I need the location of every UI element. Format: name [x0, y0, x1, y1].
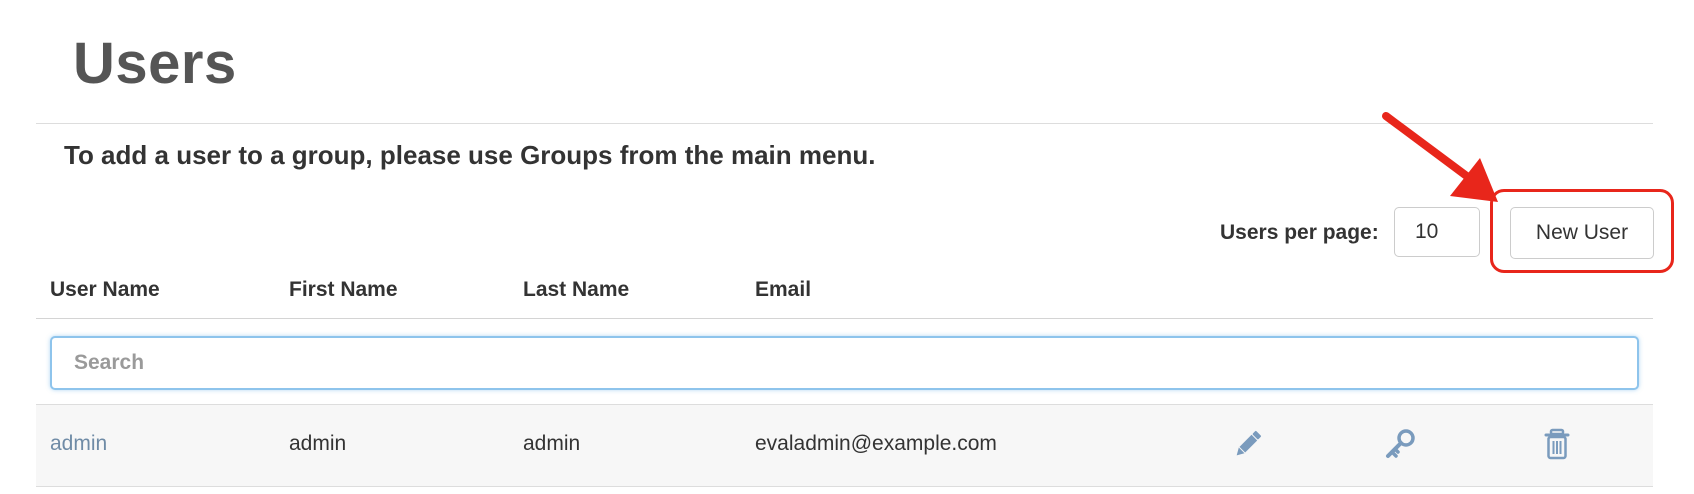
users-page: Users To add a user to a group, please u… [0, 0, 1694, 494]
first-name-cell: admin [289, 432, 347, 455]
column-header-user-name: User Name [50, 278, 160, 301]
key-icon[interactable] [1384, 427, 1418, 461]
group-info-text: To add a user to a group, please use Gro… [64, 140, 876, 170]
column-header-last-name: Last Name [523, 278, 630, 301]
trash-icon[interactable] [1540, 427, 1574, 461]
column-header-email: Email [755, 278, 812, 301]
header-divider [36, 318, 1653, 319]
new-user-button[interactable]: New User [1510, 207, 1654, 259]
annotation-arrow-icon [1382, 112, 1498, 202]
users-per-page-label: Users per page: [1220, 221, 1379, 244]
pencil-icon[interactable] [1231, 427, 1265, 461]
title-divider [36, 123, 1653, 124]
column-header-first-name: First Name [289, 278, 398, 301]
table-bottom-divider [36, 486, 1653, 487]
user-name-link[interactable]: admin [50, 432, 107, 456]
email-cell: evaladmin@example.com [755, 432, 997, 455]
last-name-cell: admin [523, 432, 581, 455]
table-row: admin admin admin evaladmin@example.com [36, 405, 1653, 486]
search-input[interactable] [50, 336, 1639, 390]
users-per-page-input[interactable] [1394, 207, 1480, 257]
page-title: Users [73, 31, 237, 96]
